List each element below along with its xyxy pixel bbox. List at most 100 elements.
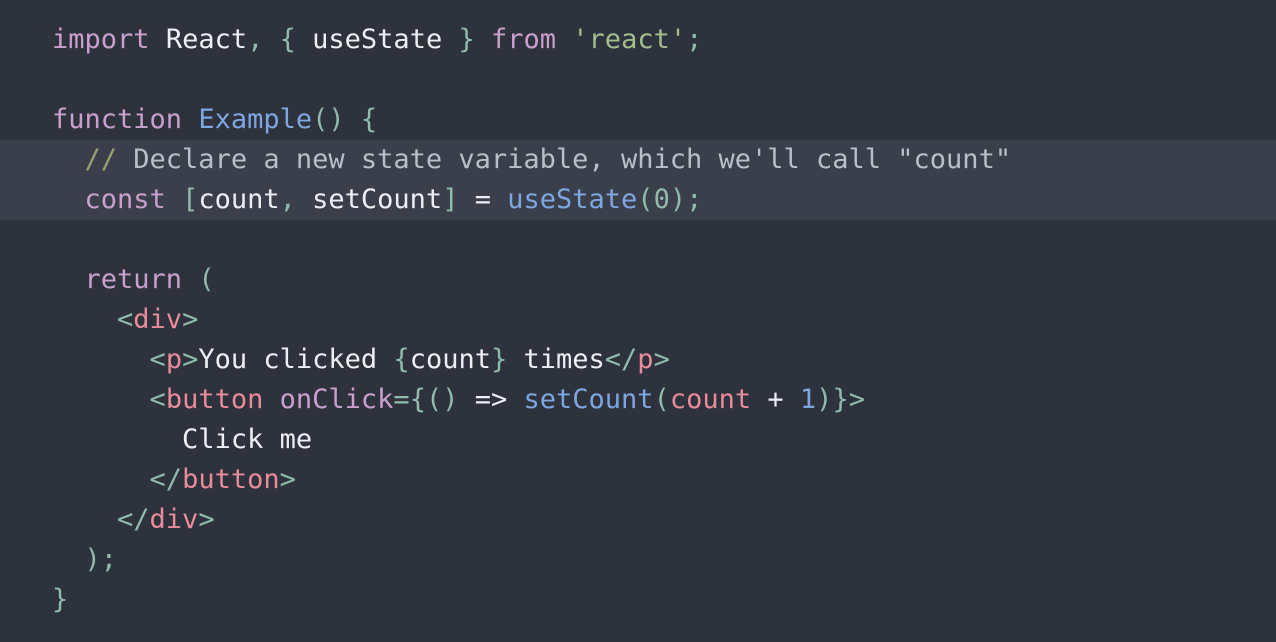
code-token: </ [604,344,638,375]
code-token: > [182,344,199,375]
code-token: = [393,384,410,415]
code-token: , [279,184,296,215]
code-token: count [409,344,491,375]
code-token: div [149,504,199,535]
code-line[interactable]: <p>You clicked {count} times</p> [0,340,1276,380]
code-line[interactable]: return ( [0,260,1276,300]
code-line[interactable]: Click me [0,420,1276,460]
code-line[interactable] [0,60,1276,100]
code-token: } [490,344,508,375]
code-token: > [182,304,199,335]
code-token: setCount [523,384,654,415]
code-token: > [848,384,865,415]
code-line[interactable]: const [count, setCount] = useState(0); [0,180,1276,220]
code-token: div [133,304,183,335]
code-line[interactable]: } [0,580,1276,620]
code-token: Example [198,104,313,135]
code-token: } [458,24,475,55]
code-token: + [767,384,784,415]
code-token: } [832,384,849,415]
code-token: button [165,384,264,415]
code-token: => [474,384,508,415]
code-token: 0 [653,184,670,215]
code-token: ] [442,184,459,215]
code-line[interactable]: </button> [0,460,1276,500]
code-line[interactable]: // Declare a new state variable, which w… [0,140,1276,180]
code-line[interactable]: import React, { useState } from 'react'; [0,20,1276,60]
code-token: () [425,384,459,415]
code-token: useState [312,24,443,55]
code-token: < [149,344,166,375]
code-token: = [474,184,491,215]
code-token: </ [117,504,150,535]
code-token: ) [816,384,833,415]
code-token: </ [149,464,183,495]
code-line[interactable]: <button onClick={() => setCount(count + … [0,380,1276,420]
code-token: import [52,24,150,55]
code-token: count [669,384,752,415]
code-token: > [653,344,670,375]
code-token: setCount [312,184,443,215]
code-line[interactable]: function Example() { [0,100,1276,140]
code-token: ( [198,264,215,295]
code-token: count [198,184,280,215]
code-token: > [279,464,296,495]
code-token: ( [653,384,670,415]
code-token: ; [686,184,703,215]
code-token: return [84,264,183,295]
code-token: You clicked [198,344,394,375]
code-token: { [409,384,426,415]
code-token: useState [507,184,638,215]
code-token: [ [182,184,199,215]
code-token: function [52,104,183,135]
code-token: Click me [182,424,313,455]
code-token: { [393,344,410,375]
code-token: > [198,504,215,535]
code-line[interactable] [0,220,1276,260]
code-editor[interactable]: import React, { useState } from 'react';… [0,0,1276,642]
code-token: button [182,464,280,495]
code-token: 1 [799,384,817,415]
code-line[interactable]: </div> [0,500,1276,540]
code-token: < [149,384,166,415]
code-token: } [52,584,69,615]
code-content[interactable]: import React, { useState } from 'react';… [0,20,1276,620]
code-token: ) [84,544,101,575]
code-token: ; [686,24,703,55]
code-line[interactable]: ); [0,540,1276,580]
code-token: { [360,104,378,135]
code-token: ) [669,184,687,215]
code-token: times [507,344,605,375]
code-line[interactable]: <div> [0,300,1276,340]
code-token: React [165,24,248,55]
code-token: , [247,24,264,55]
code-token: p [637,344,654,375]
code-token: { [279,24,296,55]
code-token: < [117,304,134,335]
